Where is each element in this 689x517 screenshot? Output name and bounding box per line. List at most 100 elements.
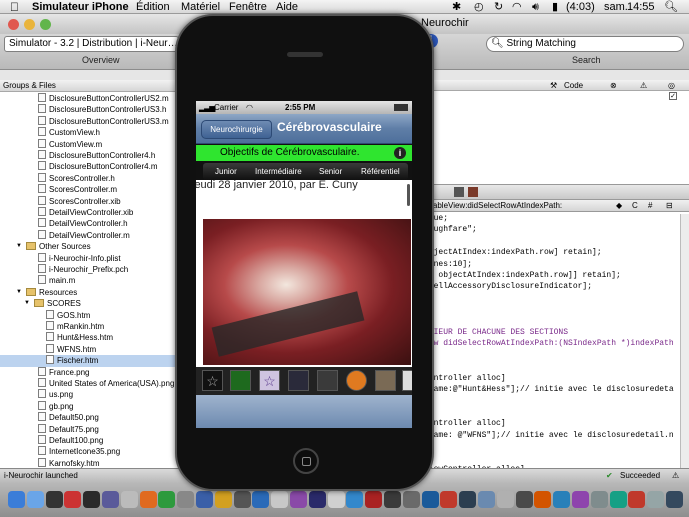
menu-hardware[interactable]: Matériel — [181, 0, 220, 14]
wifi-icon[interactable]: ◠ — [512, 0, 522, 14]
objectives-banner[interactable]: Objectifs de Cérébrovasculaire. i — [196, 145, 412, 161]
menu-day[interactable]: sam. — [604, 0, 628, 14]
bluetooth-icon[interactable]: ✱ — [452, 0, 461, 14]
dock-app-icon[interactable] — [496, 491, 514, 508]
dock-app-icon[interactable] — [214, 491, 232, 508]
sidebar-file[interactable]: DisclosureButtonControllerUS3.m — [0, 115, 179, 127]
segment-senior[interactable]: Senior — [319, 163, 342, 180]
dock-app-icon[interactable] — [609, 491, 627, 508]
sdk-popup[interactable]: Simulator - 3.2 | Distribution | i-Neur… — [4, 36, 179, 52]
sidebar-file[interactable]: DisclosureButtonController4.m — [0, 161, 179, 172]
dock-app-icon[interactable] — [572, 491, 589, 508]
dock-app-icon[interactable] — [515, 491, 533, 508]
sidebar-file[interactable]: Default75.png — [0, 423, 179, 435]
menu-clock[interactable]: 14:55 — [627, 0, 655, 14]
dock-app-icon[interactable] — [290, 491, 307, 508]
dock-app-icon[interactable] — [478, 491, 495, 508]
banner-info-icon[interactable]: i — [394, 147, 406, 159]
clock-icon[interactable]: ◴ — [474, 0, 484, 14]
sidebar-file[interactable]: us.png — [0, 389, 179, 400]
dock-app-icon[interactable] — [459, 491, 477, 508]
sidebar-file[interactable]: CustomView.h — [0, 127, 179, 138]
editor-scrollbar[interactable] — [680, 214, 689, 476]
dock-app-icon[interactable] — [553, 491, 571, 508]
target-column-icon[interactable]: ◎ — [668, 80, 675, 91]
level-segmented-control[interactable]: Junior Intermédiaire Senior Référentiel — [203, 163, 408, 180]
dock-app-icon[interactable] — [590, 491, 608, 508]
warning-column-icon[interactable]: ⚠ — [640, 80, 647, 91]
dock-app-icon[interactable] — [139, 491, 157, 508]
sidebar-file[interactable]: InternetIcone35.png — [0, 446, 179, 457]
dock-app-icon[interactable] — [666, 491, 683, 508]
sync-icon[interactable]: ↻ — [494, 0, 503, 14]
sidebar-file[interactable]: main.m — [0, 275, 179, 286]
sidebar-file[interactable]: Default100.png — [0, 435, 179, 446]
dock-app-icon[interactable] — [158, 491, 176, 508]
home-button[interactable] — [293, 448, 319, 474]
sidebar-file[interactable]: mRankin.htm — [0, 321, 179, 332]
sidebar-file[interactable]: DisclosureButtonControllerUS2.m — [0, 93, 179, 104]
dock-app-icon[interactable] — [534, 491, 552, 508]
sidebar-file[interactable]: DisclosureButtonController4.h — [0, 150, 179, 161]
sidebar-file[interactable]: DetailViewController.m — [0, 229, 179, 241]
dock-app-icon[interactable] — [252, 491, 270, 508]
dock-app-icon[interactable] — [628, 491, 646, 508]
sidebar-file[interactable]: Fischer.htm — [0, 355, 179, 367]
dock-app-icon[interactable] — [64, 491, 82, 508]
dock-app-icon[interactable] — [233, 491, 251, 508]
dock-app-icon[interactable] — [8, 491, 25, 508]
dock-app-icon[interactable] — [102, 491, 119, 508]
sidebar-file[interactable]: gb.png — [0, 400, 179, 412]
battery-time[interactable]: (4:03) — [566, 0, 595, 14]
dock-app-icon[interactable] — [308, 491, 326, 508]
close-button[interactable] — [8, 19, 19, 30]
dock-app-icon[interactable] — [440, 491, 458, 508]
neuro-icon[interactable] — [346, 370, 367, 391]
sidebar-group[interactable]: ▼ SCORES — [0, 298, 179, 309]
dock-app-icon[interactable] — [271, 491, 289, 508]
disclosure-triangle-icon[interactable]: ▼ — [16, 241, 22, 252]
sidebar-file[interactable]: ScoresController.h — [0, 172, 179, 184]
menu-app[interactable]: Simulateur iPhone — [32, 0, 129, 14]
zoom-button[interactable] — [40, 19, 51, 30]
split-icon[interactable]: ⊟ — [666, 200, 673, 212]
code-column-header[interactable]: Code — [564, 80, 583, 91]
search-input[interactable]: String Matching — [506, 38, 575, 49]
sidebar-file[interactable]: CustomView.m — [0, 138, 179, 150]
sidebar-file[interactable]: France.png — [0, 366, 179, 378]
method-popup[interactable]: -tableView:didSelectRowAtIndexPath: — [428, 200, 562, 212]
menu-edit[interactable]: Édition — [136, 0, 170, 14]
sidebar-file[interactable]: Hunt&Hess.htm — [0, 332, 179, 343]
star-icon[interactable]: ☆ — [202, 370, 223, 391]
dock-app-icon[interactable] — [421, 491, 439, 508]
sidebar-file[interactable]: DisclosureButtonControllerUS3.h — [0, 104, 179, 115]
spotlight-icon[interactable]: 🔍︎ — [664, 0, 678, 14]
sidebar-file[interactable]: DetailViewController.h — [0, 218, 179, 229]
volume-icon[interactable]: 🔊︎ — [532, 0, 539, 14]
sidebar-file[interactable]: ScoresController.m — [0, 184, 179, 195]
sidebar-file[interactable]: WFNS.htm — [0, 343, 179, 355]
disclosure-triangle-icon[interactable]: ▼ — [16, 287, 22, 298]
dock-app-icon[interactable] — [384, 491, 401, 508]
warning-icon[interactable]: ⚠ — [672, 469, 679, 483]
menu-help[interactable]: Aide — [276, 0, 298, 14]
sidebar-group[interactable]: ▼ Resources — [0, 287, 179, 298]
checkbox[interactable]: ✓ — [669, 92, 677, 100]
sidebar-file[interactable]: i-Neurochir-Info.plist — [0, 252, 179, 264]
web-content[interactable]: jeudi 28 janvier 2010, par E. Cuny — [196, 179, 412, 367]
apple-menu-icon[interactable]:  — [10, 0, 19, 14]
debug-icon[interactable] — [468, 187, 478, 197]
sidebar-file[interactable]: ScoresController.xib — [0, 195, 179, 207]
sidebar-file[interactable]: United States of America(USA).png — [0, 378, 179, 389]
build-icon[interactable] — [454, 187, 464, 197]
spine-icon[interactable]: ☆ — [259, 370, 280, 391]
dock-app-icon[interactable] — [26, 491, 44, 508]
segment-referential[interactable]: Référentiel — [361, 163, 400, 180]
sidebar-file[interactable]: GOS.htm — [0, 309, 179, 321]
minimize-button[interactable] — [24, 19, 35, 30]
code-editor[interactable]: alue; roughfare"; objectAtIndex:indexPath.… — [424, 214, 686, 476]
dock-app-icon[interactable] — [83, 491, 101, 508]
battery-icon[interactable]: ▮ — [552, 0, 558, 14]
dock-app-icon[interactable] — [402, 491, 420, 508]
classes-icon[interactable]: C — [632, 200, 638, 212]
